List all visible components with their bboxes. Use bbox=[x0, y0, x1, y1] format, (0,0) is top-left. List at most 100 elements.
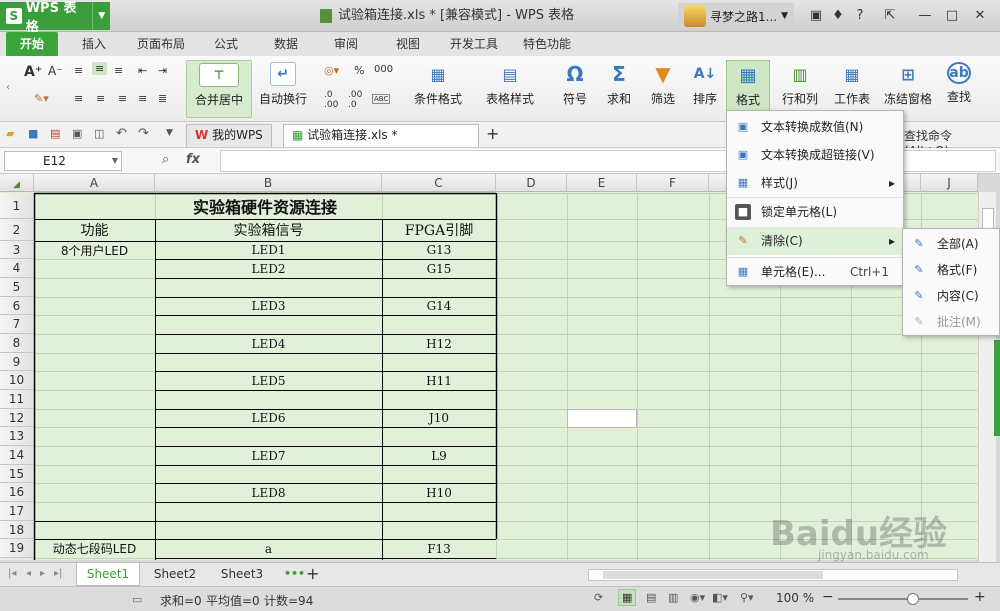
table-cell-a[interactable]: 动态七段码LED bbox=[34, 539, 155, 558]
format-menu-item-6[interactable]: ▦ 单元格(E)... Ctrl+1 bbox=[727, 257, 903, 285]
font-shrink-icon[interactable]: A⁻ bbox=[48, 64, 63, 78]
row-column-button[interactable]: ▥ 行和列 bbox=[774, 62, 826, 107]
location-icon[interactable]: ⚲▾ bbox=[740, 591, 754, 604]
last-sheet-icon[interactable]: ▸| bbox=[54, 568, 62, 579]
table-cell-c[interactable]: H12 bbox=[382, 334, 496, 353]
refresh-icon[interactable]: ⟳ bbox=[594, 591, 603, 604]
column-header-j[interactable]: J bbox=[921, 174, 978, 192]
row-header-14[interactable]: 14 bbox=[0, 446, 34, 465]
align-middle-icon[interactable]: ≡ bbox=[92, 62, 108, 75]
find-button[interactable]: ab 查找 bbox=[936, 62, 982, 105]
align-right-icon[interactable]: ≡ bbox=[118, 92, 127, 105]
prev-sheet-icon[interactable]: ◂ bbox=[26, 568, 31, 579]
select-all-corner[interactable]: ◢ bbox=[0, 174, 34, 192]
minimize-icon[interactable]: — bbox=[915, 6, 935, 26]
filter-button[interactable]: ▼ 筛选 bbox=[642, 62, 684, 107]
column-header-e[interactable]: E bbox=[567, 174, 637, 192]
table-cell-a[interactable] bbox=[34, 259, 155, 278]
row-header-2[interactable]: 2 bbox=[0, 219, 34, 241]
side-panel-handle[interactable] bbox=[994, 340, 1000, 436]
zoom-in-button[interactable]: + bbox=[974, 589, 986, 605]
header-function[interactable]: 功能 bbox=[34, 219, 155, 241]
format-menu-item-1[interactable]: ▣ 文本转换成数值(N) bbox=[727, 113, 903, 141]
table-cell-c[interactable]: H10 bbox=[382, 483, 496, 502]
table-cell-b[interactable]: a bbox=[155, 539, 382, 558]
merge-center-button[interactable]: ⊤ 合并居中 bbox=[186, 60, 252, 118]
table-cell-b[interactable]: LED7 bbox=[155, 446, 382, 465]
table-cell-b[interactable]: LED6 bbox=[155, 409, 382, 427]
row-header-17[interactable]: 17 bbox=[0, 502, 34, 521]
column-header-a[interactable]: A bbox=[34, 174, 155, 192]
save-icon[interactable]: ■ bbox=[28, 127, 38, 140]
open-folder-icon[interactable]: ▰ bbox=[6, 127, 14, 140]
row-header-9[interactable]: 9 bbox=[0, 353, 34, 371]
table-cell-a[interactable] bbox=[34, 297, 155, 315]
table-cell-a[interactable]: 8个用户LED bbox=[34, 241, 155, 259]
maximize-icon[interactable]: □ bbox=[942, 6, 962, 26]
row-header-18[interactable]: 18 bbox=[0, 521, 34, 539]
shirt-icon[interactable]: ♦ bbox=[828, 6, 848, 26]
zoom-slider[interactable] bbox=[838, 593, 968, 605]
row-header-8[interactable]: 8 bbox=[0, 334, 34, 353]
column-header-d[interactable]: D bbox=[496, 174, 567, 192]
format-menu-item-3[interactable]: ▦ 样式(J) ▸ bbox=[727, 169, 903, 197]
tab-features[interactable]: 特色功能 bbox=[516, 32, 578, 56]
conditional-format-button[interactable]: ▦ 条件格式 bbox=[404, 62, 472, 107]
row-header-13[interactable]: 13 bbox=[0, 427, 34, 446]
restore-icon[interactable]: ⇱ bbox=[880, 6, 900, 26]
zoom-search-icon[interactable]: ⌕ bbox=[162, 152, 169, 167]
sort-button[interactable]: A↓ 排序 bbox=[684, 62, 726, 107]
app-menu-button[interactable]: S WPS 表格 ▼ bbox=[0, 1, 110, 35]
format-menu-item-5[interactable]: ✎ 清除(C) ▸ bbox=[727, 227, 903, 255]
row-header-5[interactable]: 5 bbox=[0, 278, 34, 297]
table-cell-b[interactable]: LED4 bbox=[155, 334, 382, 353]
name-box[interactable]: E12 ▼ bbox=[4, 151, 122, 171]
tab-insert[interactable]: 插入 bbox=[70, 32, 118, 56]
scrollbar-thumb[interactable] bbox=[982, 208, 994, 230]
table-cell-a[interactable] bbox=[34, 409, 155, 427]
eye-protection-icon[interactable]: ◉▾ bbox=[690, 591, 705, 604]
column-header-c[interactable]: C bbox=[382, 174, 496, 192]
tab-formulas[interactable]: 公式 bbox=[202, 32, 250, 56]
table-cell-c[interactable]: L9 bbox=[382, 446, 496, 465]
redo-icon[interactable]: ↷ bbox=[138, 126, 149, 141]
symbol-button[interactable]: Ω 符号 bbox=[554, 62, 596, 107]
zoom-level[interactable]: 100 % bbox=[776, 591, 814, 605]
row-header-7[interactable]: 7 bbox=[0, 315, 34, 334]
sheet-tab-2[interactable]: Sheet2 bbox=[142, 563, 208, 586]
table-cell-a[interactable] bbox=[34, 334, 155, 353]
add-sheet-button[interactable]: + bbox=[306, 564, 319, 583]
table-cell-c[interactable]: G14 bbox=[382, 297, 496, 315]
decrease-decimal-icon[interactable]: .00 .0 bbox=[348, 90, 372, 110]
clear-menu-item-2[interactable]: ✎ 格式(F) bbox=[903, 257, 999, 283]
header-fpga-pin[interactable]: FPGA引脚 bbox=[382, 219, 496, 241]
freeze-panes-button[interactable]: ⊞ 冻结窗格 bbox=[880, 62, 936, 107]
table-cell-c[interactable]: H11 bbox=[382, 371, 496, 390]
row-header-16[interactable]: 16 bbox=[0, 483, 34, 502]
table-cell-c[interactable]: J10 bbox=[382, 409, 496, 427]
row-header-19[interactable]: 19 bbox=[0, 539, 34, 558]
row-header-3[interactable]: 3 bbox=[0, 241, 34, 259]
row-header-10[interactable]: 10 bbox=[0, 371, 34, 390]
user-account[interactable]: 寻梦之路1... ▼ bbox=[678, 3, 795, 29]
column-header-f[interactable]: F bbox=[637, 174, 709, 192]
currency-icon[interactable]: ◎▾ bbox=[324, 64, 339, 77]
print-preview-icon[interactable]: ◫ bbox=[94, 127, 104, 140]
align-top-icon[interactable]: ≡ bbox=[74, 64, 83, 77]
number-format-icon[interactable]: ABC bbox=[372, 94, 391, 104]
first-sheet-icon[interactable]: |◂ bbox=[8, 568, 16, 579]
close-icon[interactable]: ✕ bbox=[970, 6, 990, 26]
doc-tab-file[interactable]: ▦ 试验箱连接.xls * bbox=[283, 124, 479, 147]
row-header-12[interactable]: 12 bbox=[0, 409, 34, 427]
page-break-view-icon[interactable]: ▥ bbox=[668, 591, 678, 604]
customize-qat-icon[interactable]: ▼ bbox=[166, 128, 173, 138]
help-icon[interactable]: ? bbox=[850, 6, 870, 26]
header-signal[interactable]: 实验箱信号 bbox=[155, 219, 382, 241]
ribbon-scroll-left-icon[interactable]: ‹ bbox=[6, 82, 10, 93]
row-header-4[interactable]: 4 bbox=[0, 259, 34, 278]
table-cell-b[interactable]: LED1 bbox=[155, 241, 382, 259]
clear-menu-item-3[interactable]: ✎ 内容(C) bbox=[903, 283, 999, 309]
new-tab-button[interactable]: + bbox=[486, 124, 499, 143]
table-style-button[interactable]: ▤ 表格样式 bbox=[476, 62, 544, 107]
table-cell-a[interactable] bbox=[34, 446, 155, 465]
